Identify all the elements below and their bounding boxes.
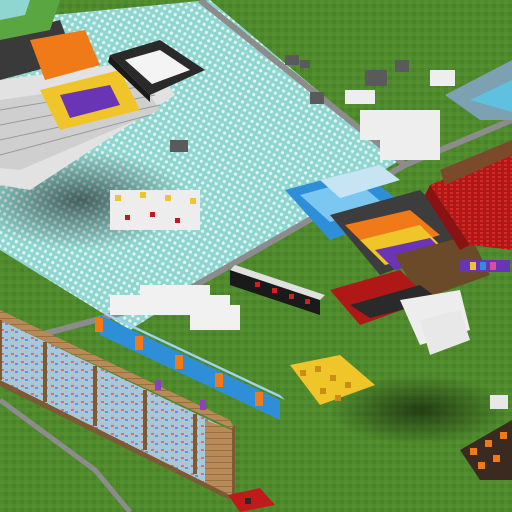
world-render <box>0 0 512 512</box>
plaza-arrays <box>110 190 200 230</box>
game-viewport[interactable] <box>0 0 512 512</box>
